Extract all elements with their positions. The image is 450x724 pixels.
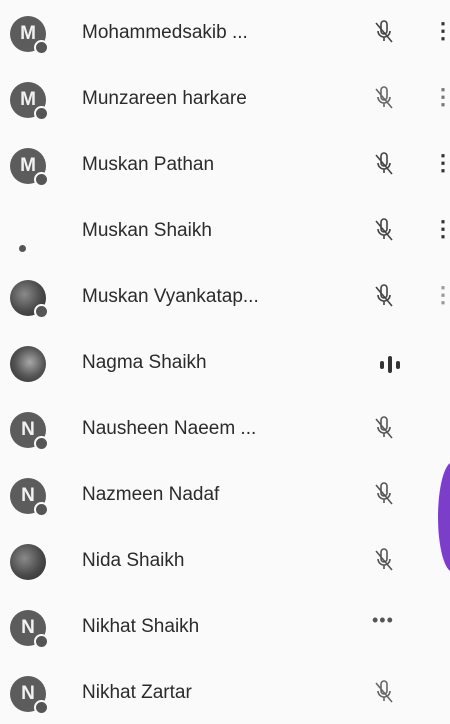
participant-name: Nikhat Zartar: [82, 682, 192, 703]
more-vertical-icon[interactable]: ⋮: [432, 284, 450, 310]
avatar: N: [10, 478, 49, 517]
participant-name: Mohammedsakib ...: [82, 22, 248, 43]
participant-row[interactable]: Muskan Vyankatap... ⋮: [0, 268, 450, 328]
mic-off-icon[interactable]: [372, 548, 396, 574]
avatar: N: [10, 412, 49, 451]
more-vertical-icon[interactable]: ⋮: [432, 152, 450, 178]
status-dot: [34, 634, 49, 649]
mic-off-icon[interactable]: [372, 284, 396, 310]
avatar: [10, 214, 46, 252]
status-dot: [34, 502, 49, 517]
mic-off-icon[interactable]: [372, 86, 396, 112]
participant-row[interactable]: Muskan Shaikh ⋮: [0, 202, 450, 262]
avatar-initial: N: [21, 485, 35, 506]
mic-off-icon[interactable]: [372, 680, 396, 706]
mic-off-icon[interactable]: [372, 20, 396, 46]
mic-off-icon[interactable]: [372, 218, 396, 244]
status-dot: [34, 40, 49, 55]
avatar: [10, 280, 49, 319]
avatar-initial: M: [20, 23, 36, 44]
mic-off-icon[interactable]: [372, 152, 396, 178]
participant-name: Muskan Shaikh: [82, 220, 212, 241]
participant-name: Nazmeen Nadaf: [82, 484, 220, 505]
avatar-initial: N: [21, 419, 35, 440]
participant-name: Munzareen harkare: [82, 88, 247, 109]
mic-off-icon[interactable]: [372, 482, 396, 508]
more-horizontal-icon[interactable]: •••: [372, 610, 394, 631]
participant-row[interactable]: N Nikhat Shaikh •••: [0, 598, 450, 658]
participant-row[interactable]: M Muskan Pathan ⋮: [0, 136, 450, 196]
avatar: N: [10, 610, 49, 649]
participant-row[interactable]: M Munzareen harkare ⋮: [0, 70, 450, 130]
participant-row[interactable]: Nida Shaikh: [0, 532, 450, 592]
status-dot: [34, 106, 49, 121]
avatar-initial: M: [20, 89, 36, 110]
participant-row[interactable]: N Nausheen Naeem ...: [0, 400, 450, 460]
participant-row[interactable]: N Nikhat Zartar: [0, 664, 450, 724]
avatar: M: [10, 16, 49, 55]
avatar: M: [10, 148, 49, 187]
participant-name: Muskan Vyankatap...: [82, 286, 259, 307]
participant-name: Nagma Shaikh: [82, 352, 207, 373]
status-dot: [34, 304, 49, 319]
avatar-initial: N: [21, 683, 35, 704]
status-dot: [19, 245, 26, 252]
participant-name: Nikhat Shaikh: [82, 616, 200, 637]
participant-list: M Mohammedsakib ... ⋮ M Munzareen harkar…: [0, 0, 450, 715]
status-dot: [34, 172, 49, 187]
avatar-initial: M: [20, 155, 36, 176]
more-vertical-icon[interactable]: ⋮: [432, 20, 450, 46]
participant-name: Nida Shaikh: [82, 550, 185, 571]
mic-off-icon[interactable]: [372, 416, 396, 442]
avatar: N: [10, 676, 49, 715]
avatar-initial: N: [21, 617, 35, 638]
more-vertical-icon[interactable]: ⋮: [432, 218, 450, 244]
avatar: [10, 544, 46, 580]
participant-row[interactable]: M Mohammedsakib ... ⋮: [0, 4, 450, 64]
more-vertical-icon[interactable]: ⋮: [432, 86, 450, 112]
participant-row[interactable]: Nagma Shaikh: [0, 334, 450, 394]
participant-name: Nausheen Naeem ...: [82, 418, 257, 439]
avatar: [10, 346, 46, 382]
participant-name: Muskan Pathan: [82, 154, 215, 175]
audio-bars-icon: [380, 356, 400, 373]
avatar: M: [10, 82, 49, 121]
participant-row[interactable]: N Nazmeen Nadaf: [0, 466, 450, 526]
status-dot: [34, 436, 49, 451]
